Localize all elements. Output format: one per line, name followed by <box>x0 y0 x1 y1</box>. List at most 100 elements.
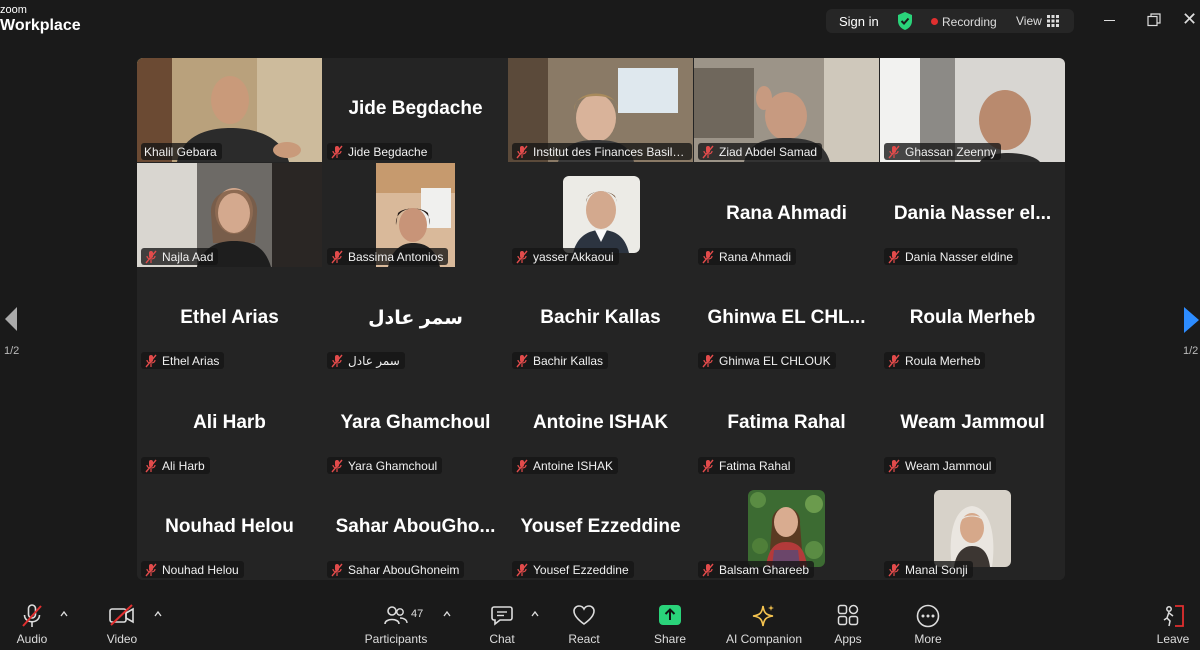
page-indicator-left: 1/2 <box>4 345 20 357</box>
participants-options-chevron-icon[interactable] <box>443 610 451 618</box>
share-screen-icon <box>659 605 681 625</box>
participant-display-name: Nouhad Helou <box>165 516 294 537</box>
participant-display-name: Ghinwa EL CHL... <box>707 307 866 328</box>
page-indicator-right: 1/2 <box>1183 345 1199 357</box>
participant-tile[interactable]: Balsam Ghareeb <box>694 476 879 580</box>
participant-tile[interactable]: Dania Nasser el... Dania Nasser eldine <box>880 163 1065 267</box>
participant-name-tag: Bassima Antonios <box>327 248 449 265</box>
video-button[interactable]: Video <box>100 596 144 650</box>
participant-avatar <box>934 490 1011 567</box>
minimize-icon[interactable] <box>1100 10 1120 30</box>
recording-indicator[interactable]: Recording <box>942 15 997 29</box>
participant-name: Rana Ahmadi <box>719 249 792 264</box>
participant-tile[interactable]: Jide Begdache Jide Begdache <box>323 58 508 162</box>
audio-options-chevron-icon[interactable] <box>60 610 68 618</box>
participant-tile[interactable]: Ethel Arias Ethel Arias <box>137 267 322 371</box>
share-button[interactable]: Share <box>648 596 692 650</box>
grid-view-icon[interactable] <box>1047 14 1059 32</box>
participant-display-name: Ethel Arias <box>180 307 279 328</box>
participant-display-name: Rana Ahmadi <box>726 203 847 224</box>
more-label: More <box>914 632 942 646</box>
participant-tile[interactable]: Ziad Abdel Samad <box>694 58 879 162</box>
participant-tile[interactable]: Nouhad Helou Nouhad Helou <box>137 476 322 580</box>
muted-mic-icon <box>516 563 528 576</box>
heart-icon <box>573 605 595 625</box>
audio-button[interactable]: Audio <box>10 596 54 650</box>
participant-tile[interactable]: Antoine ISHAK Antoine ISHAK <box>508 372 693 476</box>
participant-tile[interactable]: Weam Jammoul Weam Jammoul <box>880 372 1065 476</box>
participant-tile[interactable]: Ghinwa EL CHL... Ghinwa EL CHLOUK <box>694 267 879 371</box>
muted-mic-icon <box>888 354 900 367</box>
participant-name: Ziad Abdel Samad <box>719 144 818 159</box>
participant-name-tag: Najla Aad <box>141 248 219 265</box>
muted-mic-icon <box>702 354 714 367</box>
ai-companion-button[interactable]: AI Companion <box>720 596 808 650</box>
participant-display-name: Sahar AbouGho... <box>335 516 496 537</box>
participant-name: yasser Akkaoui <box>533 249 614 264</box>
participant-name: Institut des Finances Basil Fu... <box>533 144 687 159</box>
leave-label: Leave <box>1156 632 1190 646</box>
participant-name: Sahar AbouGhoneim <box>348 562 460 577</box>
participant-tile[interactable]: Khalil Gebara <box>137 58 322 162</box>
participant-tile[interactable]: yasser Akkaoui <box>508 163 693 267</box>
chat-options-chevron-icon[interactable] <box>531 610 539 618</box>
participant-tile[interactable]: Ghassan Zeenny <box>880 58 1065 162</box>
close-window-icon[interactable]: ✕ <box>1182 9 1200 29</box>
restore-window-icon[interactable] <box>1144 10 1164 30</box>
participant-name-tag: Nouhad Helou <box>141 561 244 578</box>
muted-mic-icon <box>145 459 157 472</box>
participant-name-tag: Fatima Rahal <box>698 457 796 474</box>
participant-tile[interactable]: Institut des Finances Basil Fu... <box>508 58 693 162</box>
participant-name: Jide Begdache <box>348 144 428 159</box>
muted-mic-icon <box>331 563 343 576</box>
apps-button[interactable]: Apps <box>826 596 870 650</box>
security-shield-icon[interactable] <box>896 11 914 36</box>
gallery-view: Khalil Gebara Jide Begdache Jide Begdach… <box>137 58 1065 580</box>
view-button[interactable]: View <box>1016 14 1042 28</box>
sign-in-button[interactable]: Sign in <box>839 14 879 29</box>
participant-tile[interactable]: Rana Ahmadi Rana Ahmadi <box>694 163 879 267</box>
muted-mic-icon <box>145 563 157 576</box>
participant-name-tag: Yara Ghamchoul <box>327 457 443 474</box>
audio-label: Audio <box>16 632 48 646</box>
participants-button[interactable]: Participants <box>358 596 434 650</box>
participant-tile[interactable]: Bassima Antonios <box>323 163 508 267</box>
participant-name: Balsam Ghareeb <box>719 562 810 577</box>
participant-tile[interactable]: Najla Aad <box>137 163 322 267</box>
chat-button[interactable]: Chat <box>482 596 522 650</box>
muted-mic-icon <box>702 459 714 472</box>
participant-display-name: Roula Merheb <box>909 307 1036 328</box>
muted-mic-icon <box>702 145 714 158</box>
share-label: Share <box>653 632 687 646</box>
participant-tile[interactable]: Bachir Kallas Bachir Kallas <box>508 267 693 371</box>
participant-tile[interactable]: Sahar AbouGho... Sahar AbouGhoneim <box>323 476 508 580</box>
muted-mic-icon <box>888 459 900 472</box>
participant-tile[interactable]: Ali Harb Ali Harb <box>137 372 322 476</box>
participant-tile[interactable]: Yousef Ezzeddine Yousef Ezzeddine <box>508 476 693 580</box>
muted-microphone-icon <box>22 604 42 627</box>
next-page-arrow-icon[interactable] <box>1183 306 1200 339</box>
participant-name-tag: yasser Akkaoui <box>512 248 619 265</box>
more-button[interactable]: More <box>906 596 950 650</box>
participant-tile[interactable]: سمر عادل سمر عادل <box>323 267 508 371</box>
participant-tile[interactable]: Yara Ghamchoul Yara Ghamchoul <box>323 372 508 476</box>
participant-name: Ali Harb <box>162 458 205 473</box>
leave-button[interactable]: Leave <box>1151 596 1195 650</box>
muted-mic-icon <box>888 145 900 158</box>
participant-display-name: Antoine ISHAK <box>532 412 669 433</box>
participant-name: Yousef Ezzeddine <box>533 562 629 577</box>
react-button[interactable]: React <box>562 596 606 650</box>
participant-display-name: Jide Begdache <box>348 98 483 119</box>
video-options-chevron-icon[interactable] <box>154 610 162 618</box>
participants-count: 47 <box>411 608 424 620</box>
participant-name-tag: Antoine ISHAK <box>512 457 619 474</box>
participant-tile[interactable]: Manal Sonji <box>880 476 1065 580</box>
participant-tile[interactable]: Fatima Rahal Fatima Rahal <box>694 372 879 476</box>
previous-page-arrow-icon[interactable] <box>4 306 18 337</box>
chat-icon <box>491 606 513 626</box>
participant-name-tag: Ziad Abdel Samad <box>698 143 823 160</box>
muted-mic-icon <box>516 250 528 263</box>
muted-mic-icon <box>516 459 528 472</box>
participant-tile[interactable]: Roula Merheb Roula Merheb <box>880 267 1065 371</box>
leave-door-icon <box>1163 605 1184 627</box>
